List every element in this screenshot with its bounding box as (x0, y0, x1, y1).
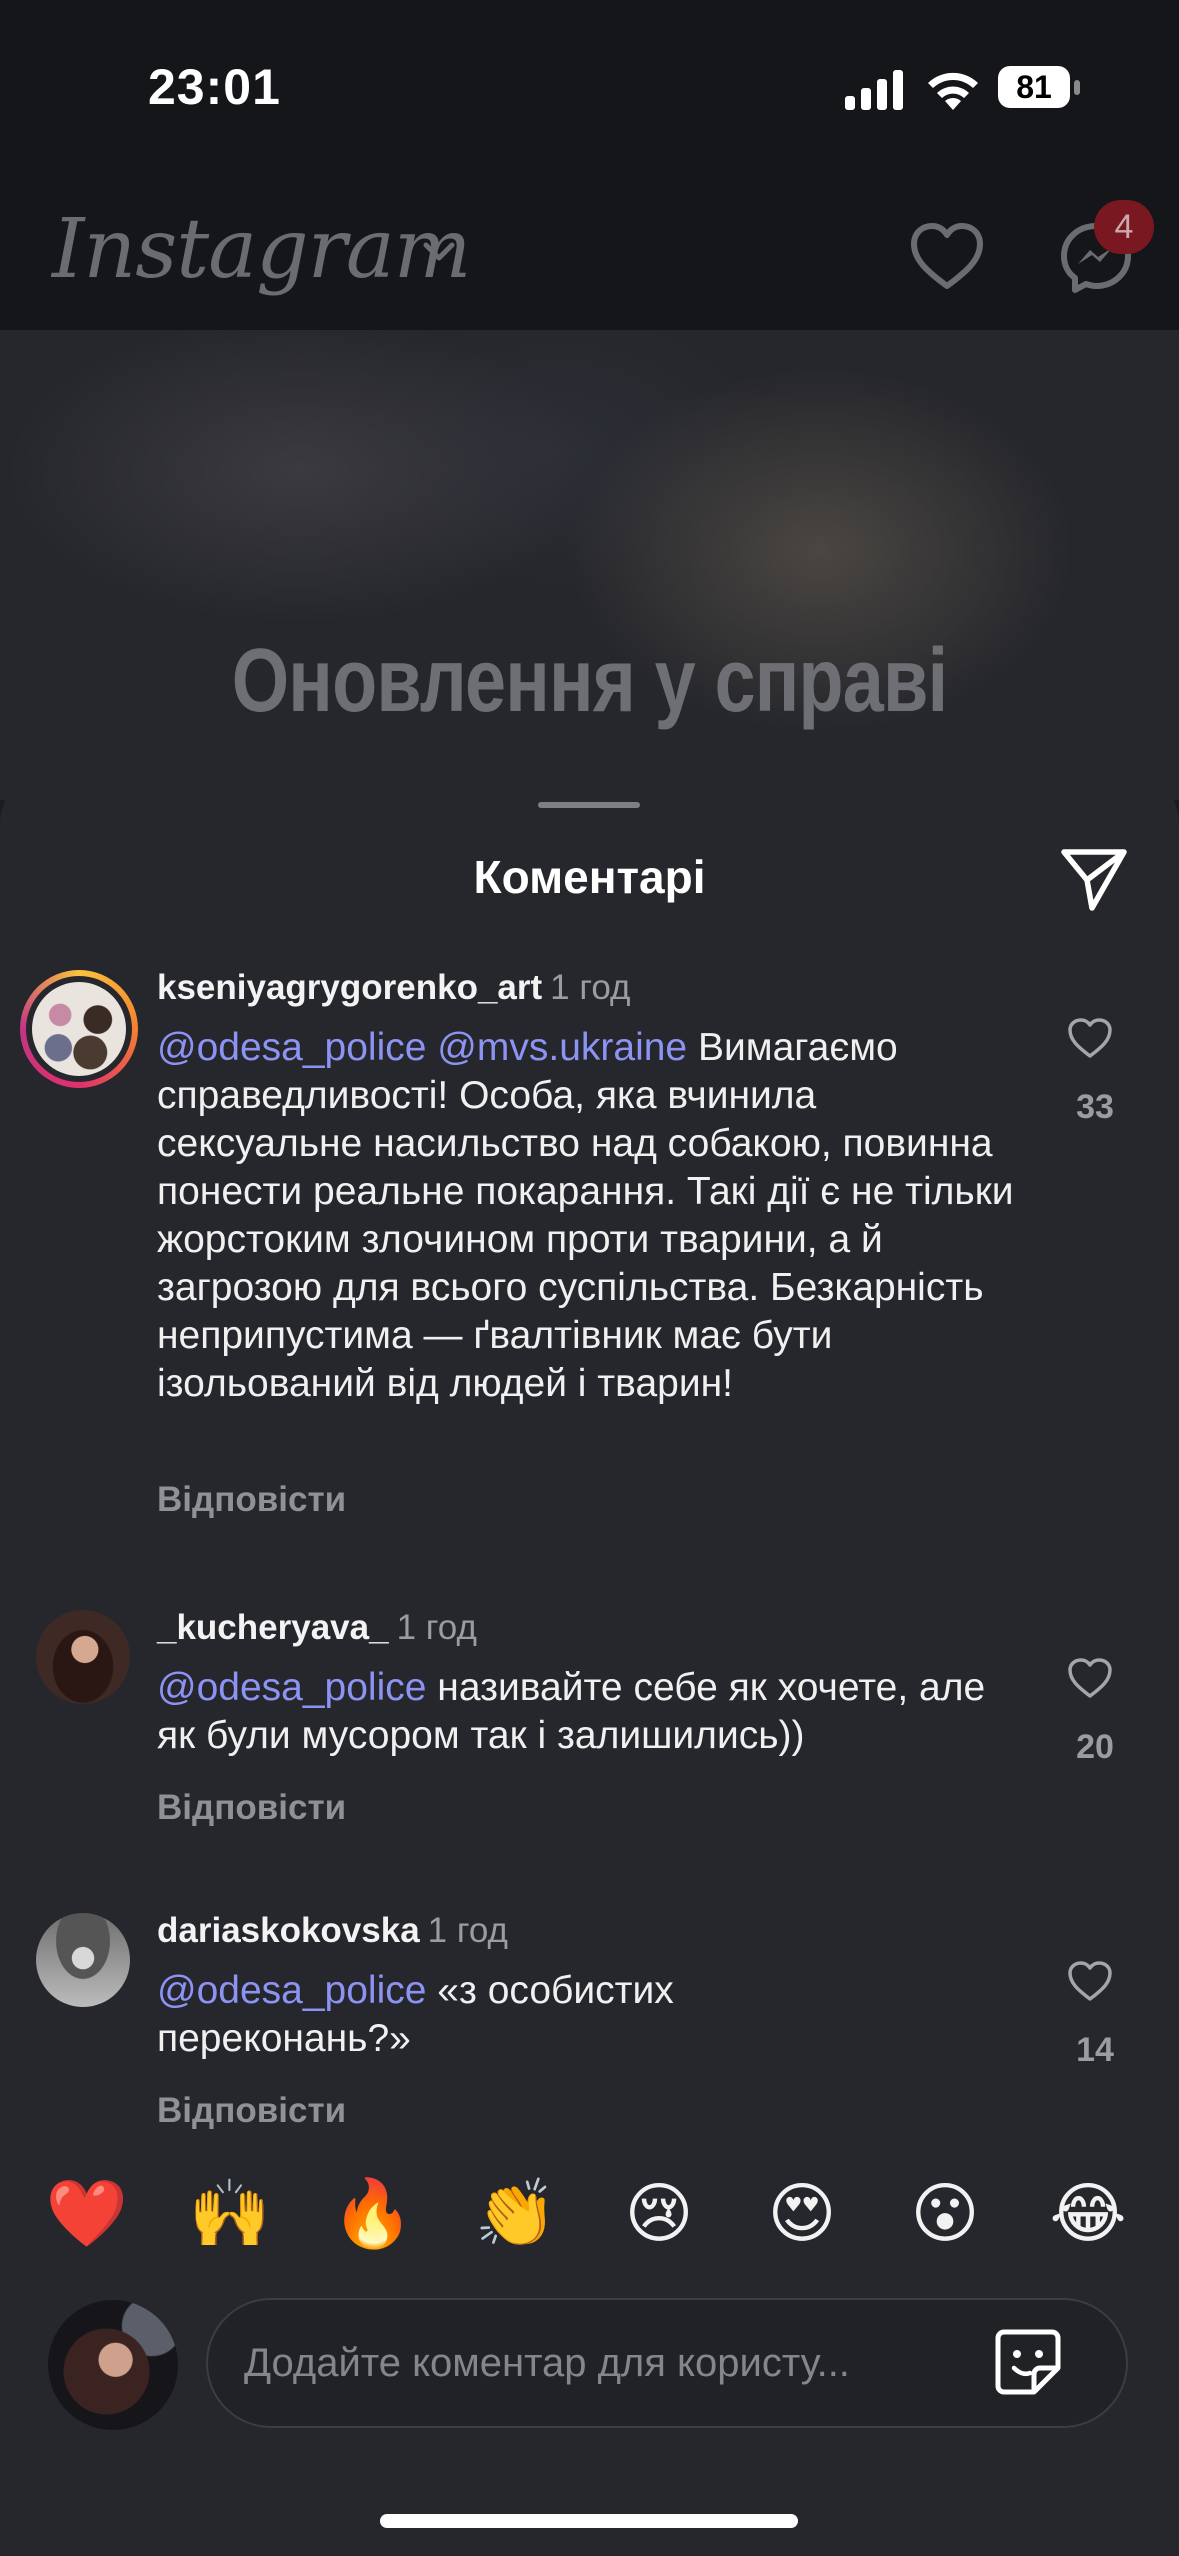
mention-link[interactable]: @odesa_police (157, 1026, 426, 1069)
reply-button[interactable]: Відповісти (157, 1788, 346, 1828)
emoji-fire-button[interactable]: 🔥 (328, 2168, 418, 2258)
battery-level: 81 (998, 66, 1070, 108)
emoji-clap-button[interactable]: 👏 (471, 2168, 561, 2258)
emoji-laughing-button[interactable]: 😂 (1043, 2168, 1133, 2258)
like-count: 33 (1076, 1088, 1114, 1126)
like-count: 20 (1076, 1728, 1114, 1766)
instagram-logo[interactable]: Instagram (52, 202, 471, 297)
battery-cap (1074, 80, 1080, 95)
drag-handle[interactable] (538, 802, 640, 808)
reply-button[interactable]: Відповісти (157, 1480, 346, 1520)
emoji-heart-button[interactable]: ❤️ (42, 2168, 132, 2258)
status-time: 23:01 (148, 59, 281, 115)
comment-time: 1 год (550, 968, 631, 1007)
comment-username[interactable]: _kucheryava_ (157, 1608, 389, 1647)
comment-input[interactable] (206, 2298, 1128, 2428)
comment-time: 1 год (427, 1911, 508, 1950)
comment-username[interactable]: dariaskokovska (157, 1911, 420, 1950)
chevron-down-icon[interactable] (422, 240, 456, 264)
comment-text: @odesa_police «з особистих переконань?» (157, 1967, 797, 2063)
notifications-heart-icon[interactable] (908, 220, 986, 292)
like-heart-icon[interactable] (1066, 1016, 1114, 1060)
comment-text: @odesa_police @mvs.ukraine Вимагаємо спр… (157, 1024, 1027, 1408)
sticker-icon[interactable] (992, 2326, 1064, 2398)
avatar (32, 982, 126, 1076)
post-overlay-text: Оновлення у справі (231, 631, 948, 731)
comment-time: 1 год (396, 1608, 477, 1647)
sheet-title: Коментарі (473, 851, 706, 903)
like-heart-icon[interactable] (1066, 1656, 1114, 1700)
status-bar: 23:01 81 (0, 0, 1179, 170)
like-heart-icon[interactable] (1066, 1959, 1114, 2003)
mention-link[interactable]: @odesa_police (157, 1666, 426, 1709)
emoji-surprised-button[interactable]: 😮 (900, 2168, 990, 2258)
mention-link[interactable]: @mvs.ukraine (437, 1026, 687, 1069)
my-avatar (48, 2300, 178, 2430)
emoji-crying-button[interactable]: 😢 (614, 2168, 704, 2258)
instagram-header: Instagram 4 (0, 190, 1179, 330)
reply-button[interactable]: Відповісти (157, 2091, 346, 2131)
avatar[interactable] (36, 1610, 130, 1704)
like-count: 14 (1076, 2031, 1114, 2069)
emoji-raised-hands-button[interactable]: 🙌 (185, 2168, 275, 2258)
emoji-heart-eyes-button[interactable]: 😍 (757, 2168, 847, 2258)
home-indicator[interactable] (380, 2514, 798, 2528)
comment-input-row (0, 2296, 1179, 2436)
cellular-signal-icon (845, 70, 903, 110)
comment-text: @odesa_police називайте себе як хочете, … (157, 1664, 1027, 1760)
messages-badge: 4 (1094, 200, 1154, 254)
share-send-icon[interactable] (1058, 846, 1130, 914)
comment-message: Вимагаємо справедливості! Особа, яка вчи… (157, 1026, 1014, 1405)
wifi-icon (928, 72, 978, 110)
avatar[interactable] (36, 1913, 130, 2007)
comment-username[interactable]: kseniyagrygorenko_art (157, 968, 542, 1007)
comments-sheet: Коментарі kseniyagrygorenko_art 1 год @od… (0, 768, 1179, 2556)
mention-link[interactable]: @odesa_police (157, 1969, 426, 2012)
emoji-reaction-bar: ❤️ 🙌 🔥 👏 😢 😍 😮 😂 (0, 2168, 1179, 2258)
story-avatar-ring[interactable] (20, 970, 138, 1088)
battery-indicator: 81 (998, 66, 1082, 110)
